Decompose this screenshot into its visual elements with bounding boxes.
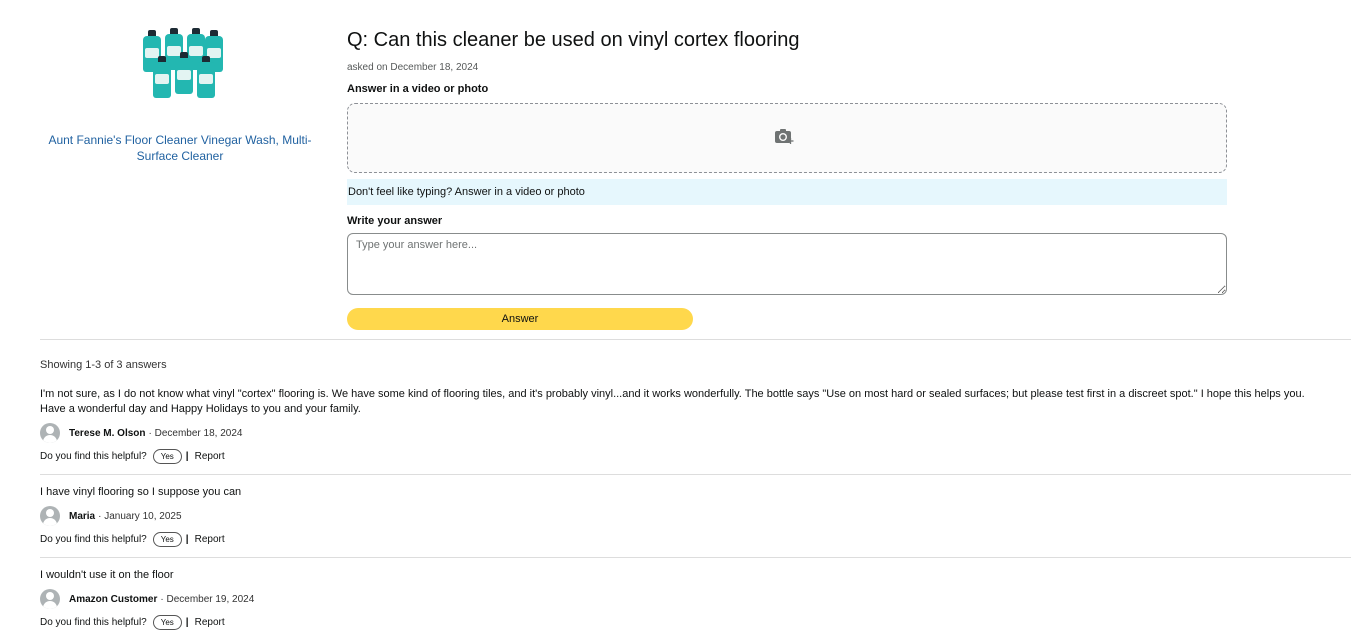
media-upload-area[interactable]	[347, 103, 1227, 173]
bottle-shape	[175, 52, 193, 94]
report-link[interactable]: Report	[195, 451, 225, 462]
avatar-icon	[40, 506, 60, 526]
avatar-icon	[40, 589, 60, 609]
answers-count: Showing 1-3 of 3 answers	[40, 359, 167, 371]
product-title-link[interactable]: Aunt Fannie's Floor Cleaner Vinegar Wash…	[40, 132, 320, 164]
bottle-shape	[153, 56, 171, 98]
separator: |	[185, 451, 189, 462]
helpful-prompt: Do you find this helpful?	[40, 617, 147, 628]
answer-textarea[interactable]	[347, 233, 1227, 295]
answer-divider	[40, 474, 1351, 475]
answer-text: I have vinyl flooring so I suppose you c…	[40, 486, 242, 498]
author-name[interactable]: Maria	[69, 511, 95, 522]
answer-text: I wouldn't use it on the floor	[40, 569, 174, 581]
answer-divider	[40, 557, 1351, 558]
avatar-icon	[40, 423, 60, 443]
answer-item: I'm not sure, as I do not know what viny…	[40, 387, 1310, 464]
separator: |	[185, 534, 189, 545]
answer-item: I wouldn't use it on the floor Amazon Cu…	[40, 568, 1310, 630]
answer-submit-button[interactable]: Answer	[347, 308, 693, 330]
helpful-prompt: Do you find this helpful?	[40, 534, 147, 545]
answer-date: · December 19, 2024	[160, 593, 255, 605]
media-answer-label: Answer in a video or photo	[347, 83, 489, 95]
camera-plus-icon	[775, 129, 794, 144]
report-link[interactable]: Report	[195, 617, 225, 628]
separator: |	[185, 617, 189, 628]
media-hint-banner: Don't feel like typing? Answer in a vide…	[347, 179, 1227, 205]
answer-date: · December 18, 2024	[148, 427, 243, 439]
answer-author-row: Maria · January 10, 2025	[40, 506, 1310, 526]
helpful-yes-button[interactable]: Yes	[152, 615, 182, 630]
question-panel: Q: Can this cleaner be used on vinyl cor…	[347, 28, 1227, 330]
answer-author-row: Amazon Customer · December 19, 2024	[40, 589, 1310, 609]
product-panel: Aunt Fannie's Floor Cleaner Vinegar Wash…	[40, 28, 320, 164]
answer-item: I have vinyl flooring so I suppose you c…	[40, 485, 1310, 547]
section-divider	[40, 339, 1351, 340]
bottle-shape	[197, 56, 215, 98]
asked-date: asked on December 18, 2024	[347, 62, 479, 73]
helpful-row: Do you find this helpful? Yes | Report	[40, 532, 1310, 547]
helpful-row: Do you find this helpful? Yes | Report	[40, 615, 1310, 630]
helpful-row: Do you find this helpful? Yes | Report	[40, 449, 1310, 464]
author-name[interactable]: Amazon Customer	[69, 594, 157, 605]
product-image[interactable]	[135, 28, 225, 104]
report-link[interactable]: Report	[195, 534, 225, 545]
write-answer-label: Write your answer	[347, 215, 443, 227]
answer-author-row: Terese M. Olson · December 18, 2024	[40, 423, 1310, 443]
answer-date: · January 10, 2025	[98, 510, 182, 522]
author-name[interactable]: Terese M. Olson	[69, 428, 146, 439]
question-title: Q: Can this cleaner be used on vinyl cor…	[347, 29, 800, 51]
helpful-yes-button[interactable]: Yes	[152, 532, 182, 547]
helpful-prompt: Do you find this helpful?	[40, 451, 147, 462]
helpful-yes-button[interactable]: Yes	[152, 449, 182, 464]
answer-text: I'm not sure, as I do not know what viny…	[40, 388, 1305, 415]
